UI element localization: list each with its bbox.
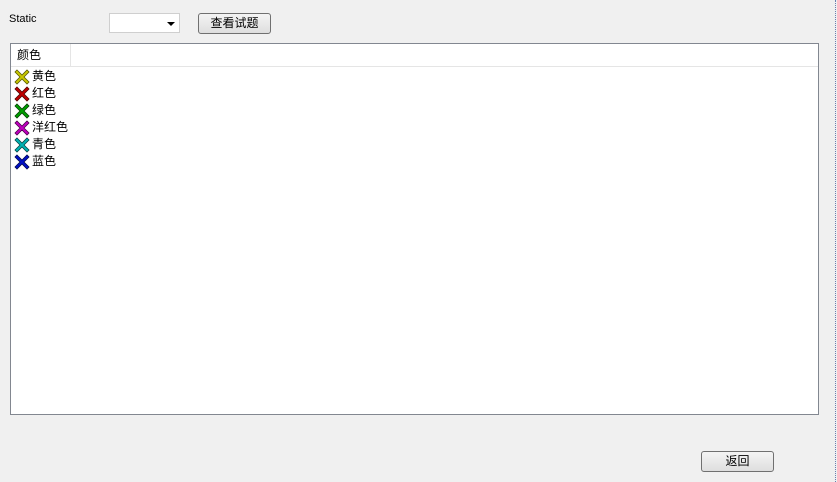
color-combobox[interactable]	[109, 13, 180, 33]
magenta-x-icon	[14, 119, 30, 136]
list-item[interactable]: 蓝色	[14, 153, 68, 170]
cyan-x-icon	[14, 136, 30, 153]
static-label: Static	[9, 13, 37, 25]
dialog-window: Static 查看试题 颜色 黄色 红色 绿色 洋红色 青色 蓝色 返回	[0, 0, 837, 482]
list-item-label: 红色	[32, 86, 57, 100]
red-x-icon	[14, 85, 30, 102]
list-rows: 黄色 红色 绿色 洋红色 青色 蓝色	[14, 68, 68, 170]
list-item[interactable]: 黄色	[14, 68, 68, 85]
list-item-label: 绿色	[32, 103, 57, 117]
list-item-label: 洋红色	[32, 120, 69, 134]
list-item[interactable]: 洋红色	[14, 119, 68, 136]
list-header: 颜色	[11, 44, 818, 67]
column-header-color[interactable]: 颜色	[11, 44, 71, 66]
yellow-x-icon	[14, 68, 30, 85]
list-item-label: 蓝色	[32, 154, 57, 168]
list-item[interactable]: 青色	[14, 136, 68, 153]
blue-x-icon	[14, 153, 30, 170]
green-x-icon	[14, 102, 30, 119]
list-item-label: 黄色	[32, 69, 57, 83]
back-button[interactable]: 返回	[701, 451, 774, 472]
list-item[interactable]: 红色	[14, 85, 68, 102]
color-list-view[interactable]: 颜色 黄色 红色 绿色 洋红色 青色 蓝色	[10, 43, 819, 415]
window-edge	[835, 0, 836, 482]
list-item[interactable]: 绿色	[14, 102, 68, 119]
dropdown-arrow-icon[interactable]	[167, 22, 175, 26]
list-item-label: 青色	[32, 137, 57, 151]
view-questions-button[interactable]: 查看试题	[198, 13, 271, 34]
